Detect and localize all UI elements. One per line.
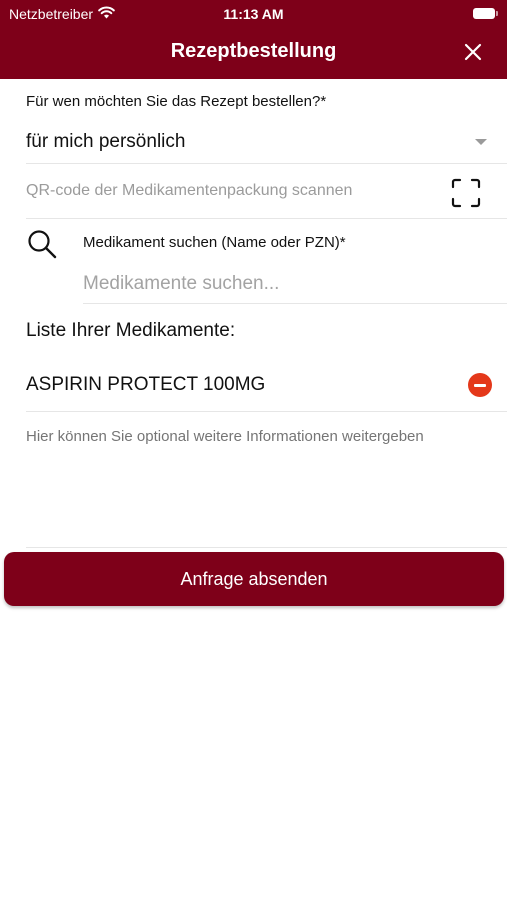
- status-time: 11:13 AM: [223, 6, 284, 22]
- close-icon: [464, 43, 482, 61]
- app-header: Netzbetreiber 11:13 AM Rezeptbestellung: [0, 0, 507, 79]
- recipient-select[interactable]: für mich persönlich: [26, 122, 507, 164]
- close-button[interactable]: [461, 40, 485, 64]
- submit-request-button[interactable]: Anfrage absenden: [4, 552, 504, 606]
- battery-icon: [473, 8, 498, 19]
- page-title: Rezeptbestellung: [170, 40, 337, 62]
- medication-list-title: Liste Ihrer Medikamente:: [26, 320, 236, 341]
- divider: [26, 547, 507, 548]
- chevron-down-icon: [475, 139, 487, 145]
- medication-list-item: ASPIRIN PROTECT 100MG: [26, 360, 507, 412]
- medication-name: ASPIRIN PROTECT 100MG: [26, 374, 266, 395]
- medication-search-input[interactable]: [83, 264, 507, 304]
- remove-medication-button[interactable]: [468, 373, 492, 397]
- search-medication-label: Medikament suchen (Name oder PZN)*: [83, 234, 346, 251]
- status-bar: Netzbetreiber 11:13 AM: [0, 0, 507, 28]
- scan-frame-icon[interactable]: [451, 178, 481, 208]
- qr-scan-row[interactable]: QR-code der Medikamentenpackung scannen: [26, 165, 507, 219]
- qr-scan-label: QR-code der Medikamentenpackung scannen: [26, 182, 353, 199]
- search-icon: [28, 230, 57, 259]
- recipient-question-label: Für wen möchten Sie das Rezept bestellen…: [26, 93, 327, 110]
- additional-info-textarea[interactable]: [26, 426, 426, 546]
- recipient-select-value: für mich persönlich: [26, 131, 186, 152]
